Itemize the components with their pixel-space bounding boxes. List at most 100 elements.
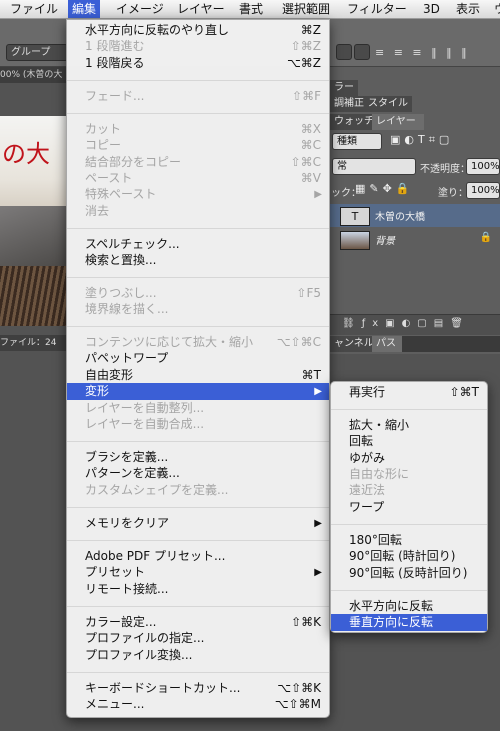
menu-image[interactable]: イメージ bbox=[112, 0, 168, 18]
opacity-input[interactable]: 100% bbox=[466, 158, 500, 175]
tab-adjustments[interactable]: 調補正 bbox=[330, 96, 366, 112]
menu-item: 自由な形に bbox=[331, 466, 487, 483]
menu-item-shortcut: ⌥⇧⌘C bbox=[276, 335, 321, 349]
menu-item[interactable]: 再実行 ⇧⌘T bbox=[331, 384, 487, 401]
lock-icons[interactable]: ▦✎✥🔒 bbox=[355, 182, 414, 195]
menu-item[interactable]: プロファイル変換... bbox=[67, 647, 329, 664]
bridge-image bbox=[0, 266, 66, 326]
fill-input[interactable]: 100% bbox=[466, 182, 500, 199]
menu-item[interactable]: 水平方向に反転のやり直し ⌘Z bbox=[67, 22, 329, 39]
menu-separator bbox=[67, 507, 329, 508]
blend-mode-select[interactable]: 常 bbox=[332, 158, 416, 175]
menu-item[interactable]: ワープ bbox=[331, 499, 487, 516]
menu-file[interactable]: ファイル bbox=[6, 0, 62, 18]
menu-window[interactable]: ウ bbox=[490, 0, 500, 18]
align-top-icon[interactable] bbox=[336, 44, 352, 60]
menu-item[interactable]: スペルチェック... bbox=[67, 236, 329, 253]
menu-item-label: コピー bbox=[85, 138, 122, 152]
menu-separator bbox=[331, 409, 487, 410]
menu-select[interactable]: 選択範囲 bbox=[278, 0, 334, 18]
menu-item: レイヤーを自動整列... bbox=[67, 400, 329, 417]
edit-menu: 水平方向に反転のやり直し ⌘Z 1 段階進む ⇧⌘Z 1 段階戻る ⌥⌘Z フェード... ⇧… bbox=[66, 19, 330, 718]
menu-filter[interactable]: フィルター bbox=[343, 0, 411, 18]
menu-item: 境界線を描く... bbox=[67, 301, 329, 318]
menu-item[interactable]: 自由変形 ⌘T bbox=[67, 367, 329, 384]
menu-item[interactable]: リモート接続... bbox=[67, 581, 329, 598]
menu-type[interactable]: 書式 bbox=[235, 0, 267, 18]
menu-item-label: 消去 bbox=[85, 204, 110, 218]
menu-item[interactable]: 90°回転 (時計回り) bbox=[331, 548, 487, 565]
menu-item-label: ブラシを定義... bbox=[85, 450, 169, 464]
menu-separator bbox=[67, 606, 329, 607]
menu-item[interactable]: 90°回転 (反時計回り) bbox=[331, 565, 487, 582]
menu-item-shortcut: ⌥⇧⌘M bbox=[274, 697, 321, 711]
menu-item[interactable]: プリセット ▶ bbox=[67, 564, 329, 581]
menu-item-label: スペルチェック... bbox=[85, 237, 180, 251]
menu-item: 遠近法 bbox=[331, 482, 487, 499]
menu-layer[interactable]: レイヤー bbox=[173, 0, 229, 18]
channels-paths-tabs: ャンネル パス bbox=[330, 336, 500, 352]
layer-action-icons[interactable]: ⛓ƒx▣◐▢▤🗑 bbox=[342, 318, 470, 329]
menu-item-shortcut: ⇧F5 bbox=[296, 286, 321, 300]
menu-edit[interactable]: 編集 bbox=[68, 0, 101, 18]
menu-item[interactable]: 拡大・縮小 bbox=[331, 417, 487, 434]
menu-item[interactable]: 180°回転 bbox=[331, 532, 487, 549]
tab-layers[interactable]: レイヤー bbox=[372, 114, 424, 130]
menu-item[interactable]: プロファイルの指定... bbox=[67, 630, 329, 647]
menu-item[interactable]: Adobe PDF プリセット... bbox=[67, 548, 329, 565]
menu-bar: ファイル 編集 イメージ レイヤー 書式 選択範囲 フィルター 3D 表示 ウ bbox=[0, 0, 500, 19]
distribute-icons[interactable]: ≡ ≡ ≡ ‖ ‖ ‖ bbox=[375, 46, 470, 59]
menu-item: コンテンツに応じて拡大・縮小 ⌥⇧⌘C bbox=[67, 334, 329, 351]
menu-item[interactable]: ゆがみ bbox=[331, 450, 487, 467]
document-tab[interactable]: 00% (木曽の大 bbox=[0, 67, 66, 83]
menu-item[interactable]: 変形 ▶ bbox=[67, 383, 329, 400]
tab-styles[interactable]: スタイル bbox=[364, 96, 412, 112]
layer-name: 木曽の大橋 bbox=[375, 212, 425, 223]
layer-kind-filter[interactable]: 種類 bbox=[332, 133, 382, 150]
menu-item: 特殊ペースト ▶ bbox=[67, 186, 329, 203]
menu-item[interactable]: 水平方向に反転 bbox=[331, 598, 487, 615]
menu-item-label: 検索と置換... bbox=[85, 253, 157, 267]
menu-item: レイヤーを自動合成... bbox=[67, 416, 329, 433]
filter-icons[interactable]: ▣◐T⌗▢ bbox=[390, 133, 453, 147]
menu-item[interactable]: キーボードショートカット... ⌥⇧⌘K bbox=[67, 680, 329, 697]
menu-item[interactable]: 回転 bbox=[331, 433, 487, 450]
tab-paths[interactable]: パス bbox=[372, 336, 402, 352]
menu-item[interactable]: カラー設定... ⇧⌘K bbox=[67, 614, 329, 631]
menu-view[interactable]: 表示 bbox=[452, 0, 484, 18]
menu-item-label: 垂直方向に反転 bbox=[349, 615, 434, 629]
menu-item-label: メニュー... bbox=[85, 697, 145, 711]
menu-item: 結合部分をコピー ⇧⌘C bbox=[67, 154, 329, 171]
menu-separator bbox=[67, 540, 329, 541]
menu-item: カット ⌘X bbox=[67, 121, 329, 138]
menu-item[interactable]: ブラシを定義... bbox=[67, 449, 329, 466]
tab-channels[interactable]: ャンネル bbox=[330, 336, 374, 352]
auto-select-dropdown[interactable]: グループ bbox=[6, 44, 68, 61]
menu-item[interactable]: メモリをクリア ▶ bbox=[67, 515, 329, 532]
tab-swatches[interactable]: ウォッチ bbox=[330, 114, 374, 130]
menu-item[interactable]: 1 段階戻る ⌥⌘Z bbox=[67, 55, 329, 72]
menu-item[interactable]: メニュー... ⌥⇧⌘M bbox=[67, 696, 329, 713]
menu-item[interactable]: パペットワープ bbox=[67, 350, 329, 367]
menu-separator bbox=[67, 80, 329, 81]
menu-item: コピー ⌘C bbox=[67, 137, 329, 154]
tab-color[interactable]: ラー bbox=[330, 80, 358, 96]
menu-3d[interactable]: 3D bbox=[419, 0, 444, 18]
menu-item-shortcut: ⌥⇧⌘K bbox=[277, 681, 321, 695]
menu-item-label: 90°回転 (反時計回り) bbox=[349, 566, 468, 580]
menu-item[interactable]: 検索と置換... bbox=[67, 252, 329, 269]
menu-item-label: カラー設定... bbox=[85, 615, 157, 629]
menu-item-label: 自由変形 bbox=[85, 368, 134, 382]
align-middle-icon[interactable] bbox=[354, 44, 370, 60]
menu-item-label: 水平方向に反転 bbox=[349, 599, 434, 613]
menu-item-label: カスタムシェイプを定義... bbox=[85, 483, 229, 497]
menu-item-label: メモリをクリア bbox=[85, 516, 170, 530]
layer-row[interactable]: 背景 🔒 bbox=[330, 228, 500, 251]
menu-item-label: 再実行 bbox=[349, 385, 386, 399]
menu-item[interactable]: 垂直方向に反転 bbox=[331, 614, 487, 631]
menu-item-label: プリセット bbox=[85, 565, 146, 579]
layer-row[interactable]: T 木曽の大橋 bbox=[330, 204, 500, 227]
menu-item[interactable]: パターンを定義... bbox=[67, 465, 329, 482]
submenu-arrow-icon: ▶ bbox=[314, 518, 322, 529]
menu-item-label: 特殊ペースト bbox=[85, 187, 157, 201]
